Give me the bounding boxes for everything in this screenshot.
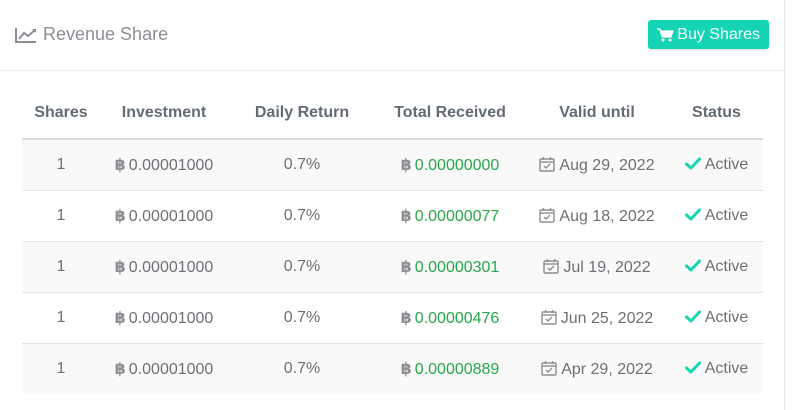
calendar-check-icon (543, 258, 560, 274)
column-header-daily-return: Daily Return (228, 88, 376, 140)
bitcoin-icon: ฿ (114, 259, 126, 276)
cell-status: Active (670, 139, 763, 191)
cell-shares: 1 (22, 241, 100, 293)
bitcoin-icon: ฿ (114, 310, 126, 327)
cell-daily-return: 0.7% (228, 190, 376, 242)
cell-total-received: ฿ 0.00000476 (376, 292, 524, 344)
cell-valid-until: Aug 29, 2022 (524, 139, 670, 191)
buy-shares-label: Buy Shares (677, 25, 760, 43)
column-header-shares: Shares (22, 88, 100, 140)
revenue-share-panel: Revenue Share Buy Shares Shares Investme… (0, 0, 785, 410)
check-icon (684, 310, 701, 323)
table-row: 1 ฿ 0.00001000 0.7% ฿ 0.00000077 Aug 18, 2… (22, 190, 763, 242)
bitcoin-icon: ฿ (400, 361, 412, 378)
panel-title-text: Revenue Share (43, 24, 169, 44)
cell-investment: ฿ 0.00001000 (100, 343, 228, 394)
line-chart-icon (15, 27, 36, 43)
cell-status: Active (670, 343, 763, 394)
table-row: 1 ฿ 0.00001000 0.7% ฿ 0.00000476 Jun 25, 2… (22, 292, 763, 344)
bitcoin-icon: ฿ (400, 259, 412, 276)
cell-shares: 1 (22, 190, 100, 242)
cell-daily-return: 0.7% (228, 241, 376, 293)
cell-total-received: ฿ 0.00000000 (400, 157, 500, 174)
calendar-check-icon (539, 156, 556, 172)
cell-daily-return: 0.7% (283, 156, 321, 173)
table-row: 1 ฿ 0.00001000 0.7% ฿ 0.00000889 Apr 29, 2… (22, 343, 763, 394)
cell-shares: 1 (22, 292, 100, 344)
cell-status: Active (670, 190, 763, 242)
table-row: 1 ฿ 0.00001000 0.7% ฿ 0.00000301 Jul 19, 2… (22, 241, 763, 293)
cell-valid-until: Jun 25, 2022 (524, 292, 670, 344)
check-icon (684, 208, 701, 221)
column-header-status: Status (670, 88, 763, 140)
column-header-investment: Investment (100, 88, 228, 140)
table-header-row: Shares Investment Daily Return Total Rec… (22, 88, 763, 140)
cell-total-received: ฿ 0.00000889 (376, 343, 524, 394)
bitcoin-icon: ฿ (400, 208, 412, 225)
calendar-check-icon (541, 309, 557, 325)
cell-investment: ฿ 0.00001000 (100, 241, 228, 293)
cell-valid-until: Aug 18, 2022 (524, 190, 670, 242)
cell-daily-return: 0.7% (228, 292, 376, 344)
cell-daily-return: 0.7% (228, 343, 376, 394)
calendar-check-icon (539, 207, 556, 223)
column-header-valid-until: Valid until (524, 88, 670, 140)
cell-shares: 1 (22, 343, 100, 394)
bitcoin-icon: ฿ (114, 157, 126, 174)
cell-total-received: ฿ 0.00000077 (376, 190, 524, 242)
panel-title: Revenue Share (15, 24, 168, 45)
cell-investment: ฿ 0.00001000 (100, 292, 228, 344)
cell-investment: ฿ 0.00001000 (100, 190, 228, 242)
bitcoin-icon: ฿ (114, 361, 126, 378)
cell-valid-until: Jul 19, 2022 (524, 241, 670, 293)
check-icon (684, 157, 701, 170)
bitcoin-icon: ฿ (114, 208, 126, 225)
cell-status: Active (670, 241, 763, 293)
cell-status: Active (670, 292, 763, 344)
cell-valid-until: Apr 29, 2022 (524, 343, 670, 394)
calendar-check-icon (541, 360, 557, 376)
cell-shares: 1 (56, 156, 66, 173)
shopping-cart-icon (657, 27, 674, 41)
table-row: 1 ฿ 0.00001000 0.7% ฿ 0.00000000 Aug 29, 2… (22, 139, 763, 191)
check-icon (684, 361, 701, 374)
column-header-total-received: Total Received (376, 88, 524, 140)
cell-total-received: ฿ 0.00000301 (376, 241, 524, 293)
shares-table: Shares Investment Daily Return Total Rec… (22, 88, 763, 394)
bitcoin-icon: ฿ (400, 310, 412, 327)
buy-shares-button[interactable]: Buy Shares (648, 20, 769, 49)
panel-header: Revenue Share Buy Shares (0, 0, 784, 71)
bitcoin-icon: ฿ (400, 157, 412, 174)
cell-investment: ฿ 0.00001000 (114, 157, 214, 174)
check-icon (684, 259, 701, 272)
